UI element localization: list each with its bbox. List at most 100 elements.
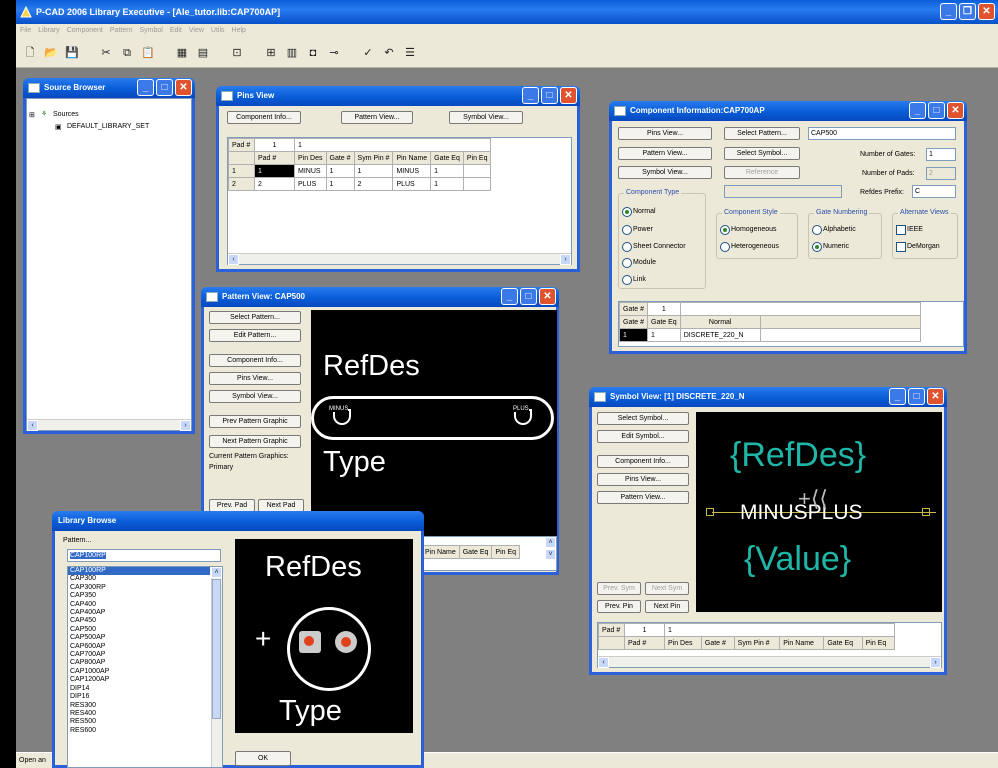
list-item[interactable]: CAP1000AP	[68, 668, 210, 676]
save-icon[interactable]: 💾	[64, 45, 80, 61]
list-item[interactable]: RES600	[68, 727, 210, 735]
gates-grid[interactable]: Gate #1 Gate # Gate Eq Normal 1 1 DISCRETE_2…	[618, 301, 964, 347]
col-header[interactable]: Pin Name	[421, 545, 460, 559]
list-item[interactable]: RES300	[68, 702, 210, 710]
col-header[interactable]: Gate #	[325, 151, 355, 165]
undo-icon[interactable]: ↶	[381, 45, 397, 61]
scroll-right-icon[interactable]: ›	[560, 254, 571, 265]
cell[interactable]: 1	[254, 164, 295, 178]
menu-view[interactable]: View	[189, 24, 204, 38]
menu-pattern[interactable]: Pattern	[110, 24, 133, 38]
cell[interactable]	[462, 164, 492, 178]
open-folder-icon[interactable]: 📂	[43, 45, 59, 61]
tree-root-label[interactable]: Sources	[53, 111, 79, 118]
reference-button[interactable]: Reference	[724, 166, 800, 179]
menu-help[interactable]: Help	[232, 24, 246, 38]
demorgan-checkbox[interactable]: DeMorgan	[896, 242, 940, 252]
list-item[interactable]: RES400	[68, 710, 210, 718]
grid-icon[interactable]: ▦	[174, 45, 190, 61]
cell[interactable]: 2	[254, 177, 295, 191]
scroll-thumb[interactable]	[212, 579, 221, 719]
select-symbol-button[interactable]: Select Symbol...	[724, 147, 800, 160]
pins-view-icon[interactable]: ⊞	[263, 45, 279, 61]
close-icon[interactable]: ✕	[947, 102, 964, 119]
symbol-pins-grid[interactable]: Pad #1 1 Pad # Pin Des Gate # Sym Pin # Pin N…	[597, 622, 942, 668]
list-item[interactable]: CAP700AP	[68, 651, 210, 659]
pin-minus-terminal[interactable]	[706, 508, 714, 516]
scroll-down-icon[interactable]: ˅	[545, 549, 556, 560]
pattern-view-button[interactable]: Pattern View...	[597, 491, 689, 504]
col-header[interactable]: Gate Eq	[430, 151, 464, 165]
scroll-up-icon[interactable]: ˄	[211, 567, 222, 578]
pattern-list[interactable]: CAP100RP CAP300 CAP300RP CAP350 CAP400 CAP400…	[67, 566, 223, 768]
cell[interactable]: PLUS	[294, 177, 327, 191]
close-icon[interactable]: ✕	[560, 87, 577, 104]
pattern-view-button[interactable]: Pattern View...	[618, 147, 712, 160]
vertical-scrollbar[interactable]: ˄	[211, 567, 222, 767]
prev-pin-button[interactable]: Prev. Pin	[597, 600, 641, 613]
pad-value-cell[interactable]: 1	[664, 623, 895, 637]
cell[interactable]: 1	[618, 328, 649, 342]
prev-sym-button[interactable]: Prev. Sym	[597, 582, 641, 595]
col-header[interactable]: Gate #	[618, 315, 649, 329]
next-pattern-graphic-button[interactable]: Next Pattern Graphic	[209, 435, 301, 448]
copy-icon[interactable]: ⧉	[119, 45, 135, 61]
ok-button[interactable]: OK	[235, 751, 291, 766]
menu-library[interactable]: Library	[38, 24, 59, 38]
horizontal-scrollbar[interactable]: ‹ ›	[27, 419, 191, 431]
menu-utils[interactable]: Utils	[211, 24, 225, 38]
validate-icon[interactable]: ✓	[360, 45, 376, 61]
menu-symbol[interactable]: Symbol	[139, 24, 162, 38]
pattern-canvas[interactable]: RefDes MINUS PLUS Type	[311, 310, 557, 538]
pins-view-button[interactable]: Pins View...	[618, 127, 712, 140]
tree-child-label[interactable]: DEFAULT_LIBRARY_SET	[67, 123, 149, 130]
horizontal-scrollbar[interactable]: ‹ ›	[598, 656, 941, 668]
source-tree[interactable]: ⊞ ⚘ Sources ▣ DEFAULT_LIBRARY_SET ‹ ›	[26, 98, 192, 431]
list-item[interactable]: DIP14	[68, 685, 210, 693]
scroll-left-icon[interactable]: ‹	[228, 254, 239, 265]
list-item[interactable]: CAP1200AP	[68, 676, 210, 684]
minimize-icon[interactable]: _	[137, 79, 154, 96]
scroll-right-icon[interactable]: ›	[180, 420, 191, 431]
new-file-icon[interactable]: 🗋	[22, 45, 38, 61]
close-icon[interactable]: ✕	[978, 3, 995, 20]
pin-plus-terminal[interactable]	[922, 508, 930, 516]
list-item[interactable]: CAP400AP	[68, 609, 210, 617]
row-header[interactable]: 1	[228, 164, 255, 178]
cell[interactable]: 1	[325, 164, 355, 178]
component-info-button[interactable]: Component Info...	[597, 455, 689, 468]
pins-view-button[interactable]: Pins View...	[209, 372, 301, 385]
scroll-right-icon[interactable]: ›	[930, 657, 941, 668]
symbol-canvas[interactable]: {RefDes} MINUSPLUS +⟨⟨ {Value}	[696, 412, 942, 612]
pattern-name-field[interactable]: CAP500	[808, 127, 956, 140]
type-power-radio[interactable]: Power	[622, 225, 653, 235]
close-icon[interactable]: ✕	[927, 388, 944, 405]
col-header[interactable]: Pin Eq	[491, 545, 521, 559]
col-header[interactable]: Normal	[679, 315, 761, 329]
paste-icon[interactable]: 📋	[140, 45, 156, 61]
list-item[interactable]: CAP300RP	[68, 584, 210, 592]
type-sheet-connector-radio[interactable]: Sheet Connector	[622, 242, 686, 252]
cell[interactable]	[759, 328, 921, 342]
cell[interactable]: 1	[353, 164, 394, 178]
scroll-left-icon[interactable]: ‹	[27, 420, 38, 431]
numbering-alphabetic-radio[interactable]: Alphabetic	[812, 225, 856, 235]
pins-grid[interactable]: Pad #1 1 Pad # Pin Des Gate # Sym Pin # Pin N…	[227, 137, 572, 265]
minimize-icon[interactable]: _	[522, 87, 539, 104]
table-view-icon[interactable]: ▥	[284, 45, 300, 61]
table-row[interactable]: 2 2 PLUS 1 2 PLUS 1	[228, 177, 492, 191]
type-normal-radio[interactable]: Normal	[622, 207, 656, 217]
cell[interactable]	[462, 177, 492, 191]
cell[interactable]: PLUS	[392, 177, 432, 191]
col-header[interactable]: Gate Eq	[458, 545, 493, 559]
select-pattern-button[interactable]: Select Pattern...	[724, 127, 800, 140]
style-heterogeneous-radio[interactable]: Heterogeneous	[720, 242, 779, 252]
maximize-icon[interactable]: □	[156, 79, 173, 96]
ieee-checkbox[interactable]: IEEE	[896, 225, 923, 235]
pins-view-button[interactable]: Pins View...	[597, 473, 689, 486]
restore-icon[interactable]: ❐	[959, 3, 976, 20]
cell[interactable]: DISCRETE_220_N	[679, 328, 761, 342]
list-item[interactable]: CAP800AP	[68, 659, 210, 667]
type-module-radio[interactable]: Module	[622, 258, 656, 268]
symbol-view-button[interactable]: Symbol View...	[449, 111, 523, 124]
